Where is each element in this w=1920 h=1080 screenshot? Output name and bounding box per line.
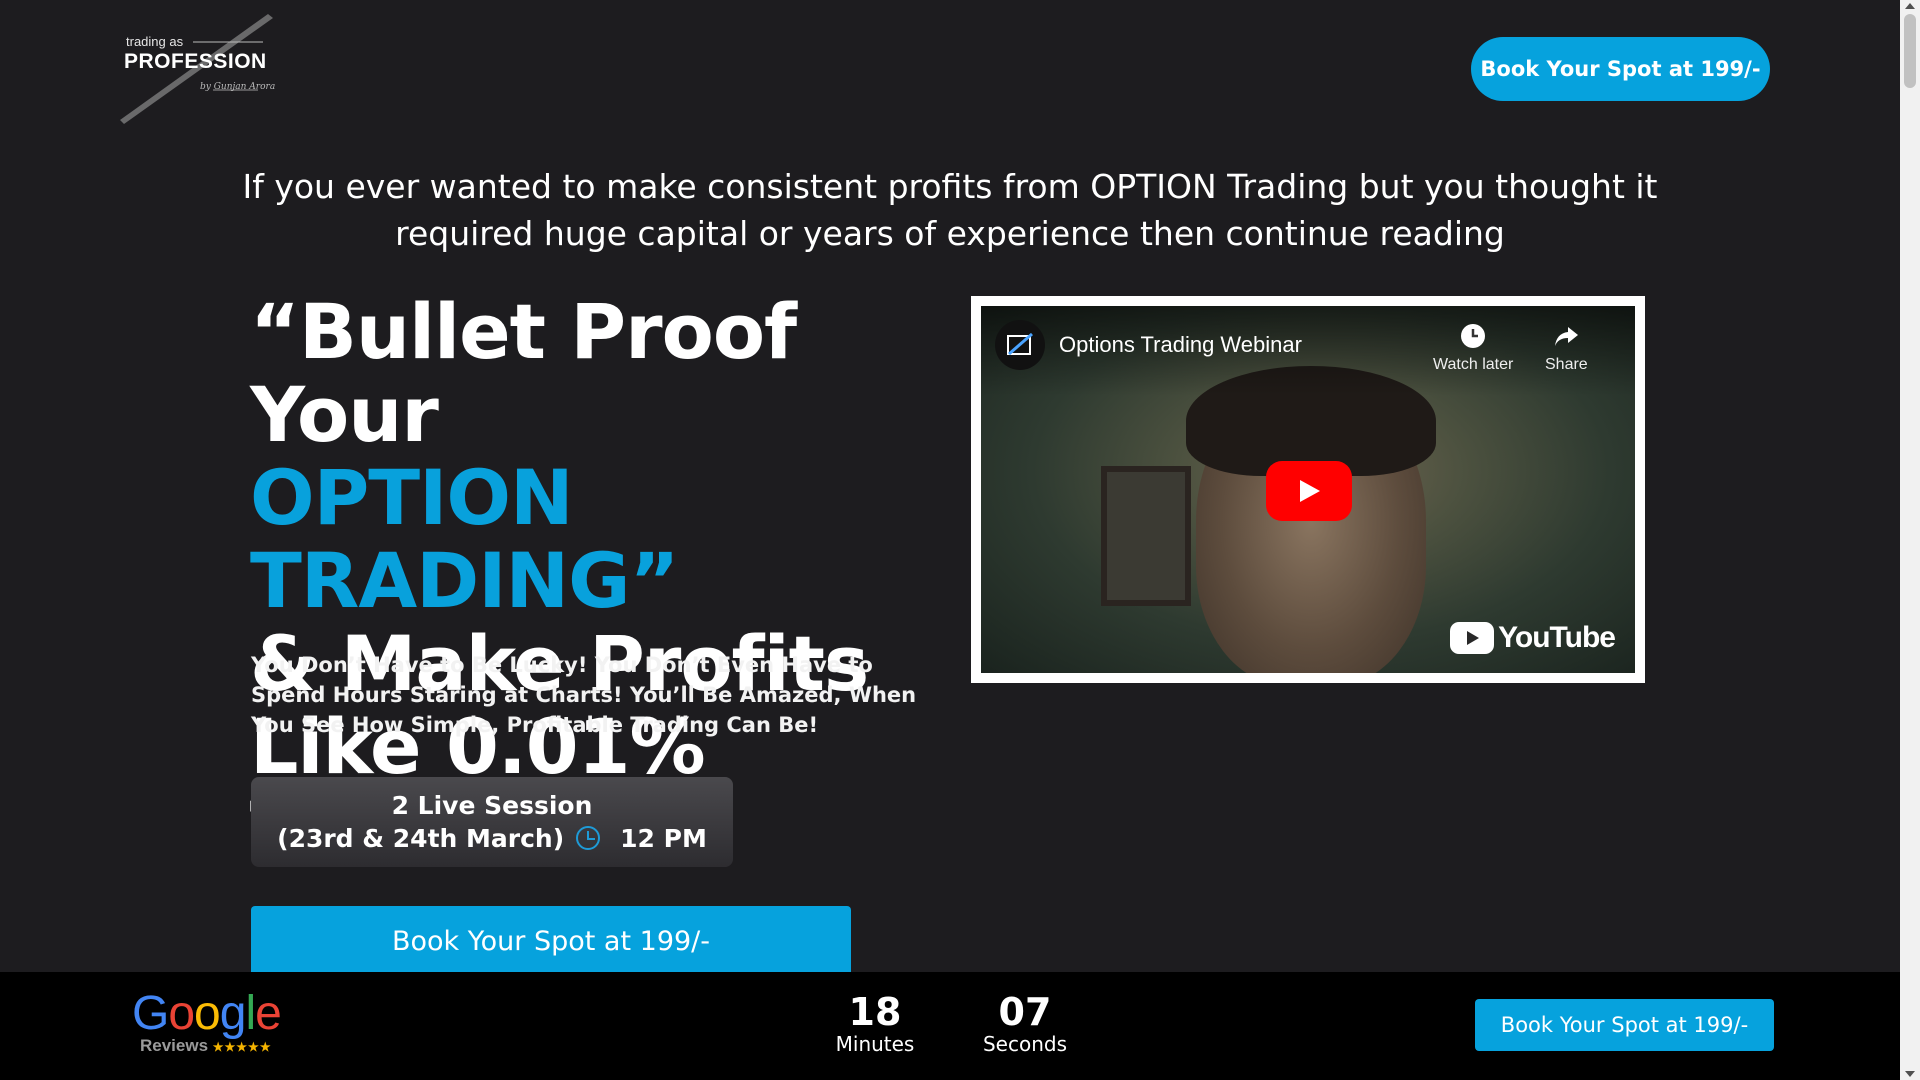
video-thumbnail[interactable]: Options Trading Webinar Watch later Shar… — [981, 306, 1635, 673]
page-scrollbar[interactable] — [1900, 0, 1920, 1080]
seconds-label: Seconds — [982, 1032, 1068, 1056]
session-time: 12 PM — [620, 824, 707, 853]
minutes-label: Minutes — [835, 1032, 915, 1056]
brand-logo[interactable]: trading as PROFESSION by Gunjan Arora — [118, 12, 278, 124]
countdown-seconds: 07 Seconds — [970, 992, 1080, 1056]
session-dates: (23rd & 24th March) — [277, 824, 565, 853]
session-info-box: 2 Live Session (23rd & 24th March) 12 PM — [251, 777, 733, 867]
scroll-down-arrow[interactable] — [1905, 1071, 1915, 1077]
clock-icon — [576, 826, 601, 850]
wall-picture — [1101, 466, 1191, 606]
reviews-label: Reviews ★★★★★ — [140, 1036, 272, 1055]
channel-logo-icon — [1007, 332, 1033, 356]
countdown-minutes: 18 Minutes — [820, 992, 930, 1056]
seconds-value: 07 — [998, 990, 1052, 1034]
session-count: 2 Live Session — [391, 791, 593, 820]
scroll-thumb[interactable] — [1904, 14, 1916, 88]
header-book-spot-button[interactable]: Book Your Spot at 199/- — [1471, 37, 1770, 101]
headline-line-1: “Bullet Proof Your — [250, 287, 797, 459]
main-book-spot-button[interactable]: Book Your Spot at 199/- — [251, 906, 851, 976]
google-reviews-badge[interactable]: Google Reviews ★★★★★ — [132, 987, 282, 1056]
scroll-up-arrow[interactable] — [1905, 3, 1915, 9]
clock-icon — [1461, 324, 1486, 348]
play-button[interactable] — [1266, 461, 1352, 521]
intro-text: If you ever wanted to make consistent pr… — [242, 167, 1658, 253]
youtube-logo[interactable]: YouTube — [1450, 621, 1616, 655]
logo-signature: by Gunjan Arora — [200, 82, 276, 92]
google-logo: Google — [132, 987, 282, 1040]
minutes-value: 18 — [848, 990, 902, 1034]
session-schedule: (23rd & 24th March) 12 PM — [251, 822, 733, 855]
sticky-footer-bar: Google Reviews ★★★★★ 18 Minutes 07 Secon… — [0, 972, 1900, 1080]
youtube-play-icon — [1450, 622, 1495, 654]
play-icon — [1300, 480, 1320, 502]
star-rating-icon: ★★★★★ — [212, 1040, 272, 1054]
share-button[interactable]: Share — [1545, 322, 1588, 374]
footer-book-spot-button[interactable]: Book Your Spot at 199/- — [1475, 999, 1774, 1051]
logo-tagline: trading as — [126, 34, 184, 49]
video-embed[interactable]: Options Trading Webinar Watch later Shar… — [971, 296, 1645, 683]
headline-line-2: OPTION TRADING” — [250, 453, 679, 625]
share-arrow-icon — [1555, 327, 1579, 346]
logo-wordmark: PROFESSION — [124, 50, 267, 73]
hero-subtext: You Don’t Have to Be Lucky! You Don’t Ev… — [251, 653, 917, 737]
watch-later-button[interactable]: Watch later — [1433, 322, 1513, 374]
share-label: Share — [1545, 356, 1588, 373]
video-title[interactable]: Options Trading Webinar — [1059, 332, 1302, 358]
youtube-wordmark: YouTube — [1498, 621, 1616, 654]
channel-avatar[interactable] — [995, 320, 1045, 370]
watch-later-label: Watch later — [1433, 356, 1514, 373]
